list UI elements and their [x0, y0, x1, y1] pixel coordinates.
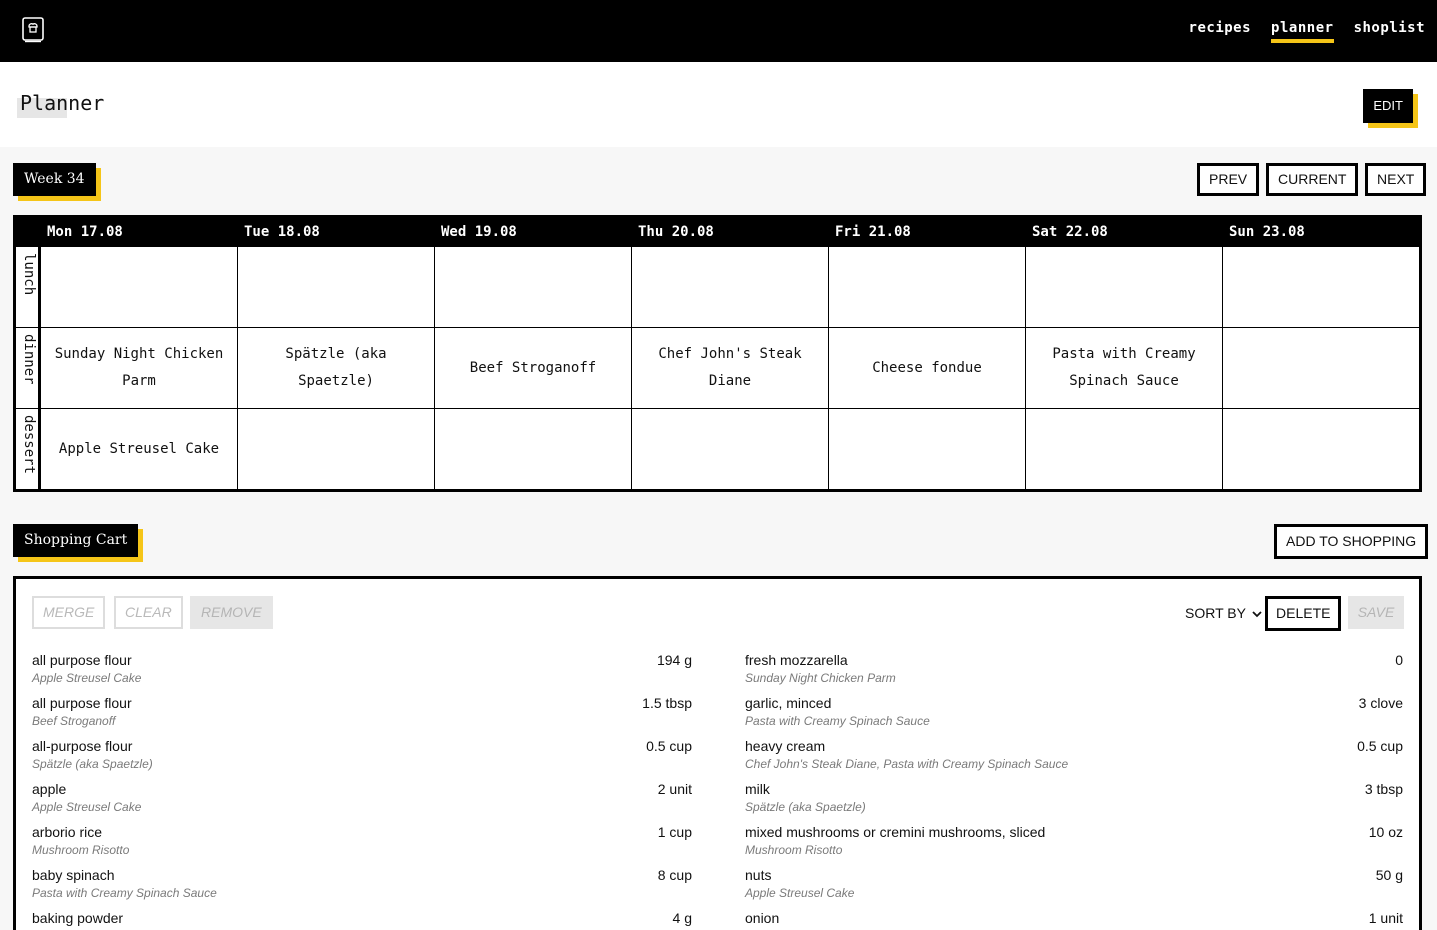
- edit-button[interactable]: EDIT: [1363, 89, 1413, 123]
- save-button[interactable]: SAVE: [1348, 596, 1404, 629]
- slot-lunch-mon[interactable]: [41, 247, 238, 328]
- day-fri: Fri 21.08: [835, 224, 911, 240]
- slot-dessert-sat[interactable]: [1026, 409, 1223, 489]
- slot-dessert-wed[interactable]: [435, 409, 632, 489]
- main-nav: recipes planner shoplist: [1189, 20, 1425, 43]
- day-sat: Sat 22.08: [1032, 224, 1108, 240]
- slot-dinner-mon[interactable]: Sunday Night Chicken Parm: [41, 328, 238, 409]
- top-navigation-bar: recipes planner shoplist: [0, 0, 1437, 62]
- page-title: Planner: [20, 91, 105, 115]
- meal-label-dessert: dessert: [16, 409, 41, 489]
- recipe-book-icon[interactable]: [22, 17, 44, 43]
- merge-button[interactable]: MERGE: [32, 596, 106, 629]
- list-item[interactable]: nuts Apple Streusel Cake 50 g: [745, 867, 1403, 910]
- list-item[interactable]: all-purpose flour Spätzle (aka Spaetzle)…: [32, 738, 692, 781]
- day-header-row: Mon 17.08 Tue 18.08 Wed 19.08 Thu 20.08 …: [16, 218, 1419, 247]
- slot-lunch-fri[interactable]: [829, 247, 1026, 328]
- add-to-shopping-button[interactable]: ADD TO SHOPPING: [1274, 524, 1429, 559]
- slot-dessert-thu[interactable]: [632, 409, 829, 489]
- slot-dinner-sun[interactable]: [1223, 328, 1419, 409]
- current-week-button[interactable]: CURRENT: [1266, 163, 1359, 196]
- remove-button[interactable]: REMOVE: [190, 596, 273, 629]
- next-week-button[interactable]: NEXT: [1365, 163, 1427, 196]
- slot-dinner-fri[interactable]: Cheese fondue: [829, 328, 1026, 409]
- nav-shoplist[interactable]: shoplist: [1354, 20, 1425, 36]
- list-item[interactable]: fresh mozzarella Sunday Night Chicken Pa…: [745, 652, 1403, 695]
- chevron-down-icon: [1251, 611, 1262, 618]
- list-item[interactable]: onion 1 unit: [745, 910, 1403, 930]
- slot-lunch-thu[interactable]: [632, 247, 829, 328]
- slot-dessert-fri[interactable]: [829, 409, 1026, 489]
- slot-lunch-tue[interactable]: [238, 247, 435, 328]
- meal-label-lunch: lunch: [16, 247, 41, 328]
- meal-label-dinner: dinner: [16, 328, 41, 409]
- day-tue: Tue 18.08: [244, 224, 320, 240]
- slot-dinner-thu[interactable]: Chef John's Steak Diane: [632, 328, 829, 409]
- list-item[interactable]: baking powder 4 g: [32, 910, 692, 930]
- clear-button[interactable]: CLEAR: [114, 596, 183, 629]
- slot-dessert-mon[interactable]: Apple Streusel Cake: [41, 409, 238, 489]
- list-item[interactable]: mixed mushrooms or cremini mushrooms, sl…: [745, 824, 1403, 867]
- week-label: Week 34: [13, 163, 96, 196]
- prev-week-button[interactable]: PREV: [1197, 163, 1260, 196]
- slot-dinner-sat[interactable]: Pasta with Creamy Spinach Sauce: [1026, 328, 1223, 409]
- day-wed: Wed 19.08: [441, 224, 517, 240]
- list-item[interactable]: baby spinach Pasta with Creamy Spinach S…: [32, 867, 692, 910]
- shopping-cart-panel: MERGE CLEAR REMOVE SORT BY DELETE SAVE a…: [13, 576, 1422, 930]
- slot-dinner-wed[interactable]: Beef Stroganoff: [435, 328, 632, 409]
- day-mon: Mon 17.08: [47, 224, 123, 240]
- nav-recipes[interactable]: recipes: [1189, 20, 1252, 36]
- page-header: Planner EDIT: [0, 62, 1437, 147]
- slot-dessert-tue[interactable]: [238, 409, 435, 489]
- shopping-cart-label: Shopping Cart: [13, 524, 139, 557]
- slot-lunch-wed[interactable]: [435, 247, 632, 328]
- sort-by-label: SORT BY: [1185, 605, 1246, 621]
- list-item[interactable]: heavy cream Chef John's Steak Diane, Pas…: [745, 738, 1403, 781]
- day-thu: Thu 20.08: [638, 224, 714, 240]
- day-sun: Sun 23.08: [1229, 224, 1305, 240]
- list-item[interactable]: milk Spätzle (aka Spaetzle) 3 tbsp: [745, 781, 1403, 824]
- list-item[interactable]: all purpose flour Beef Stroganoff 1.5 tb…: [32, 695, 692, 738]
- delete-button[interactable]: DELETE: [1265, 596, 1342, 631]
- nav-planner[interactable]: planner: [1271, 20, 1334, 43]
- list-item[interactable]: arborio rice Mushroom Risotto 1 cup: [32, 824, 692, 867]
- planner-grid: Mon 17.08 Tue 18.08 Wed 19.08 Thu 20.08 …: [13, 215, 1422, 492]
- list-item[interactable]: garlic, minced Pasta with Creamy Spinach…: [745, 695, 1403, 738]
- slot-lunch-sat[interactable]: [1026, 247, 1223, 328]
- list-item[interactable]: apple Apple Streusel Cake 2 unit: [32, 781, 692, 824]
- sort-by-dropdown[interactable]: SORT BY: [1185, 605, 1262, 621]
- slot-dessert-sun[interactable]: [1223, 409, 1419, 489]
- slot-dinner-tue[interactable]: Spätzle (aka Spaetzle): [238, 328, 435, 409]
- slot-lunch-sun[interactable]: [1223, 247, 1419, 328]
- list-item[interactable]: all purpose flour Apple Streusel Cake 19…: [32, 652, 692, 695]
